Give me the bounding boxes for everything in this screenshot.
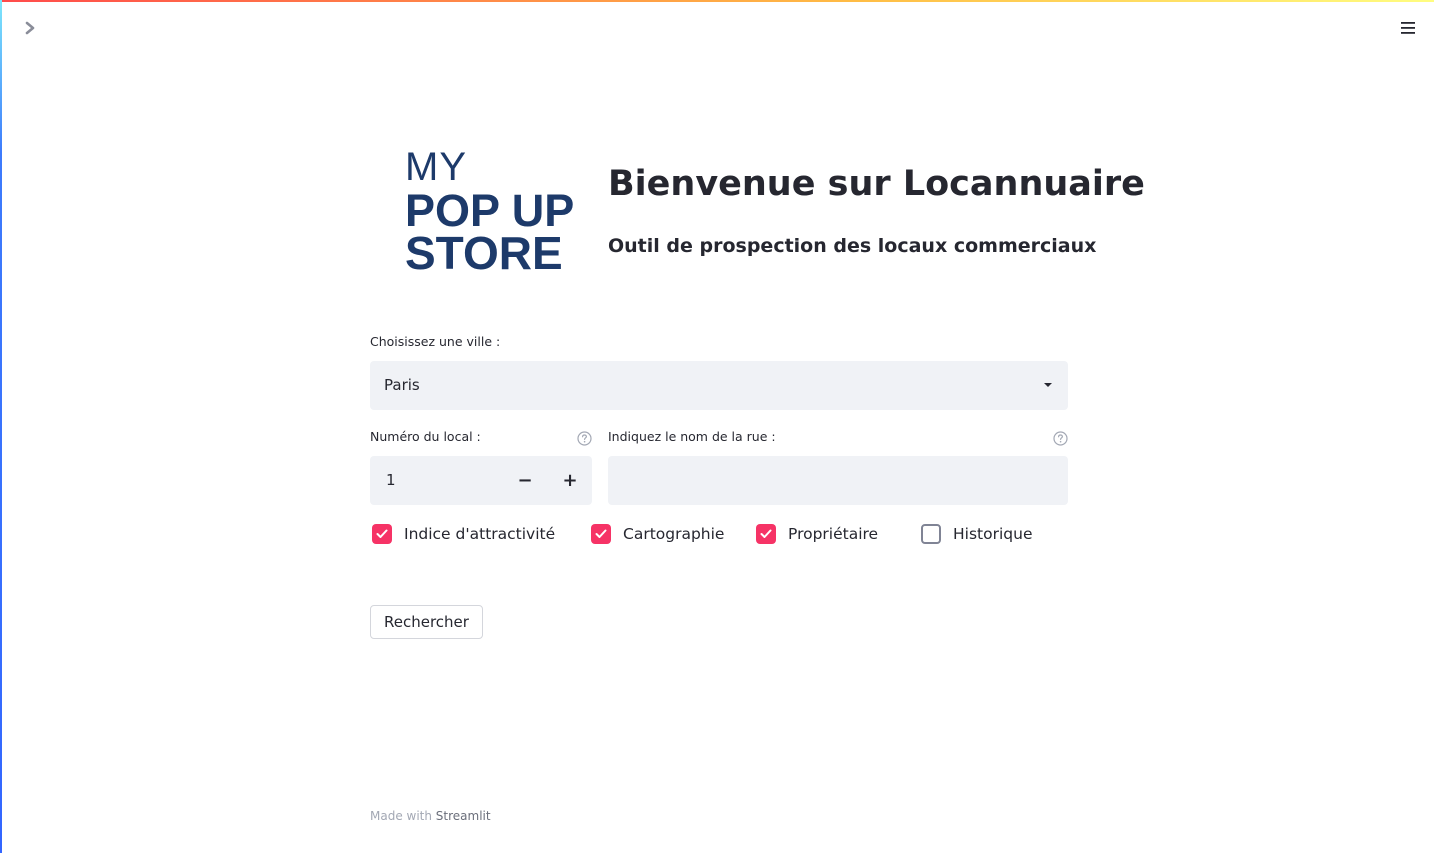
checkbox-proprietaire[interactable]: Propriétaire	[756, 523, 878, 545]
city-select-label: Choisissez une ville :	[370, 334, 501, 349]
checkbox-historique[interactable]: Historique	[921, 523, 1032, 545]
footer-streamlit-link[interactable]: Streamlit	[436, 809, 491, 823]
checkbox-label: Historique	[953, 525, 1033, 543]
page-subtitle: Outil de prospection des locaux commerci…	[608, 235, 1097, 257]
city-select-value: Paris	[384, 376, 420, 394]
main-menu-button[interactable]	[1396, 17, 1420, 41]
footer: Made with Streamlit	[370, 809, 491, 823]
sidebar-toggle-button[interactable]	[18, 17, 42, 41]
street-name-label: Indiquez le nom de la rue :	[608, 429, 776, 444]
logo-image: MY POP UP STORE	[370, 110, 592, 280]
checkbox-unchecked-icon	[921, 524, 941, 544]
decrement-button[interactable]: −	[503, 456, 547, 505]
local-number-input[interactable]: 1	[386, 470, 396, 490]
checkbox-checked-icon	[372, 524, 392, 544]
search-button[interactable]: Rechercher	[370, 605, 483, 639]
main-content: MY POP UP STORE Bienvenue sur Locannuair…	[370, 0, 1145, 853]
page-title: Bienvenue sur Locannuaire	[608, 164, 1145, 204]
local-number-stepper: 1 − +	[370, 456, 592, 505]
checkbox-checked-icon	[591, 524, 611, 544]
local-number-label: Numéro du local :	[370, 429, 481, 444]
checkbox-checked-icon	[756, 524, 776, 544]
caret-down-icon	[1040, 377, 1056, 393]
logo-line-my: MY	[405, 145, 467, 189]
checkbox-indice-attractivite[interactable]: Indice d'attractivité	[372, 523, 555, 545]
city-select[interactable]: Paris	[370, 361, 1068, 410]
hamburger-menu-icon	[1400, 20, 1416, 39]
app-root: MY POP UP STORE Bienvenue sur Locannuair…	[0, 0, 1434, 853]
checkbox-label: Cartographie	[623, 525, 725, 543]
checkbox-label: Propriétaire	[788, 525, 879, 543]
footer-text: Made with	[370, 809, 436, 823]
increment-button[interactable]: +	[548, 456, 592, 505]
logo-line-store: STORE	[405, 227, 563, 279]
chevron-right-icon	[23, 20, 37, 39]
header-row: MY POP UP STORE Bienvenue sur Locannuair…	[370, 110, 1145, 280]
checkbox-cartographie[interactable]: Cartographie	[591, 523, 724, 545]
checkbox-label: Indice d'attractivité	[404, 525, 556, 543]
street-name-input[interactable]	[608, 456, 1068, 505]
help-icon[interactable]	[576, 430, 592, 446]
left-decoration-bar	[0, 0, 2, 853]
help-icon[interactable]	[1052, 430, 1068, 446]
